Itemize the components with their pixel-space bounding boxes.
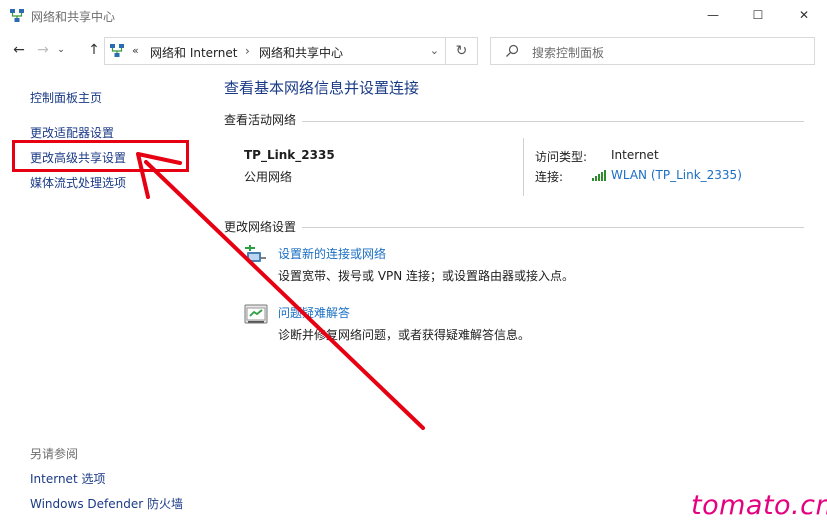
address-bar[interactable]: « 网络和 Internet › 网络和共享中心 ⌄	[104, 37, 446, 65]
refresh-button[interactable]: ↻	[446, 37, 478, 65]
address-overflow-icon[interactable]: «	[132, 44, 139, 57]
connection-label: 连接:	[535, 170, 564, 184]
breadcrumb-network-internet[interactable]: 网络和 Internet	[150, 44, 237, 61]
setup-new-connection-link[interactable]: 设置新的连接或网络	[278, 245, 386, 262]
sidebar-item-control-panel-home[interactable]: 控制面板主页	[30, 89, 102, 106]
access-type-value: Internet	[611, 148, 659, 162]
troubleshoot-problems-link[interactable]: 问题疑难解答	[278, 304, 350, 321]
annotation-highlight-box	[12, 140, 189, 172]
breadcrumb-sharing-center[interactable]: 网络和共享中心	[259, 44, 343, 61]
see-also-heading: 另请参阅	[30, 447, 79, 461]
address-dropdown-icon[interactable]: ⌄	[430, 44, 439, 57]
new-connection-icon	[245, 245, 266, 262]
vertical-divider	[523, 138, 524, 196]
sidebar-item-adapter-settings[interactable]: 更改适配器设置	[30, 124, 114, 141]
active-networks-heading: 查看活动网络	[224, 113, 297, 127]
troubleshoot-icon	[244, 304, 268, 324]
section-divider	[302, 227, 804, 228]
title-bar: 网络和共享中心 — ☐ ✕	[0, 0, 827, 32]
back-button[interactable]: ←	[9, 40, 29, 60]
network-center-icon	[10, 9, 24, 22]
control-panel-icon	[110, 44, 124, 57]
search-icon	[506, 44, 519, 57]
search-box[interactable]: 搜索控制面板	[490, 37, 815, 65]
network-category: 公用网络	[244, 170, 293, 184]
watermark: tomato.cm	[691, 490, 827, 521]
network-name: TP_Link_2335	[244, 148, 335, 162]
window-title: 网络和共享中心	[31, 10, 116, 24]
maximize-button[interactable]: ☐	[735, 0, 781, 30]
sidebar-item-internet-options[interactable]: Internet 选项	[30, 470, 105, 487]
setup-new-connection-description: 设置宽带、拨号或 VPN 连接；或设置路由器或接入点。	[278, 269, 575, 283]
sidebar-item-defender-firewall[interactable]: Windows Defender 防火墙	[30, 495, 183, 512]
wifi-signal-icon	[592, 170, 606, 181]
change-settings-heading: 更改网络设置	[224, 220, 297, 234]
close-button[interactable]: ✕	[781, 0, 827, 30]
minimize-button[interactable]: —	[690, 0, 736, 30]
section-divider	[302, 121, 804, 122]
access-type-label: 访问类型:	[535, 150, 588, 164]
navigation-bar: ← → ⌄ ↑ « 网络和 Internet › 网络和共享中心 ⌄ ↻ 搜索控…	[0, 32, 827, 70]
recent-locations-button[interactable]: ⌄	[55, 40, 67, 60]
forward-button[interactable]: →	[33, 40, 53, 60]
page-title: 查看基本网络信息并设置连接	[224, 79, 420, 97]
wlan-connection-link[interactable]: WLAN (TP_Link_2335)	[611, 168, 742, 182]
breadcrumb-separator-icon[interactable]: ›	[245, 44, 250, 58]
troubleshoot-problems-description: 诊断并修复网络问题，或者获得疑难解答信息。	[278, 328, 531, 342]
sidebar-item-media-streaming[interactable]: 媒体流式处理选项	[30, 174, 126, 191]
search-input[interactable]: 搜索控制面板	[532, 44, 604, 61]
up-button[interactable]: ↑	[84, 40, 104, 60]
